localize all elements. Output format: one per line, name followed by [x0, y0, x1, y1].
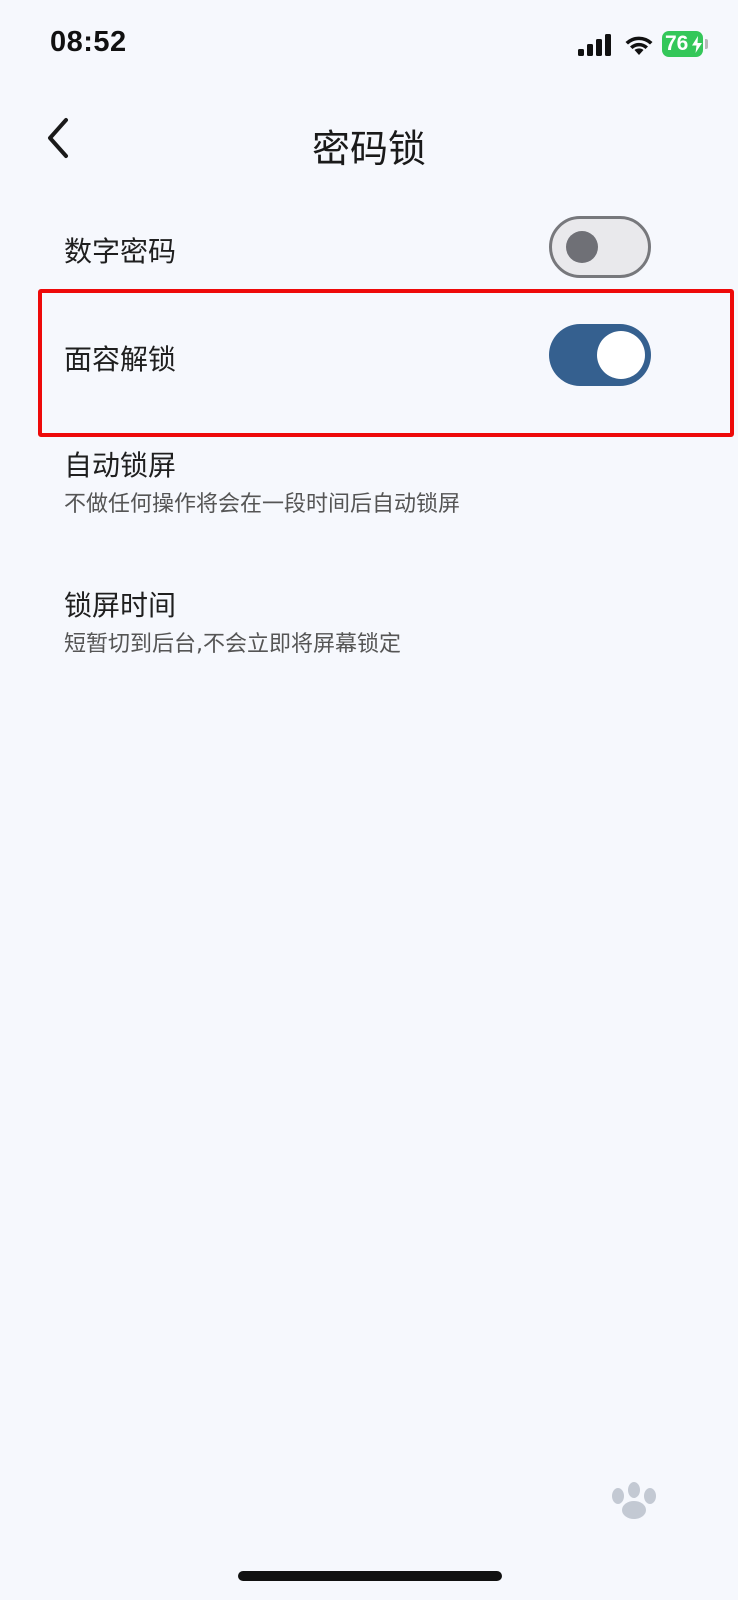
home-indicator[interactable]: [238, 1571, 502, 1581]
face-unlock-label: 面容解锁: [64, 343, 177, 376]
face-unlock-toggle[interactable]: [549, 324, 651, 386]
status-bar: 08:52 76: [0, 0, 738, 92]
charging-bolt-icon: [691, 36, 703, 57]
toggle-knob: [566, 231, 598, 263]
auto-lock-label: 自动锁屏: [64, 449, 177, 482]
numeric-password-toggle[interactable]: [549, 216, 651, 278]
baidu-jingyan-watermark: [556, 1470, 716, 1570]
page-title: 密码锁: [311, 127, 426, 171]
battery-indicator: 76: [662, 31, 708, 57]
cellular-signal-icon: [578, 34, 612, 60]
lock-time-description: 短暂切到后台,不会立即将屏幕锁定: [64, 632, 401, 657]
setting-row-numeric-password: 数字密码: [0, 200, 738, 292]
status-time: 08:52: [50, 26, 127, 58]
battery-cap: [705, 39, 708, 49]
setting-row-face-unlock: 面容解锁: [0, 300, 738, 420]
setting-row-lock-time[interactable]: 锁屏时间 短暂切到后台,不会立即将屏幕锁定: [0, 580, 738, 690]
wifi-icon: [624, 33, 654, 61]
lock-time-label: 锁屏时间: [64, 589, 177, 622]
toggle-knob: [597, 331, 645, 379]
setting-row-auto-lock[interactable]: 自动锁屏 不做任何操作将会在一段时间后自动锁屏: [0, 440, 738, 550]
navigation-bar: 密码锁: [0, 100, 738, 190]
numeric-password-label: 数字密码: [64, 235, 177, 268]
auto-lock-description: 不做任何操作将会在一段时间后自动锁屏: [64, 492, 461, 517]
battery-level: 76: [665, 32, 689, 55]
